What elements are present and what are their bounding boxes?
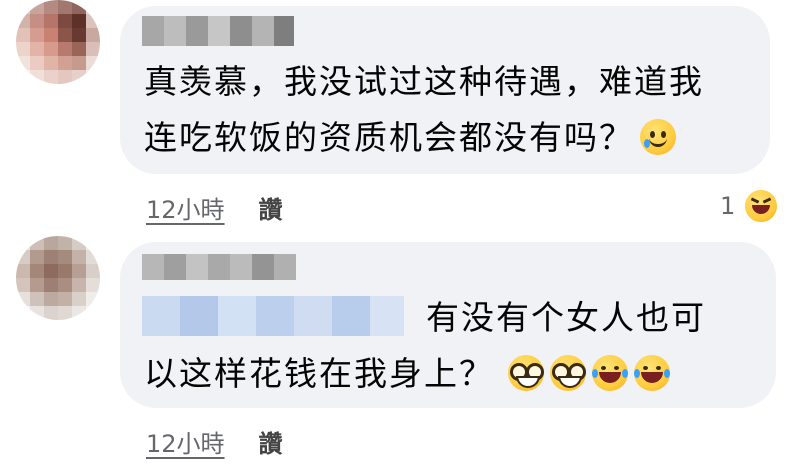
reaction-count: 1	[720, 192, 736, 220]
comment-item: 有没有个女人也可 以这样花钱在我身上？ 12小時 讚	[0, 236, 800, 469]
comment-line: 有没有个女人也可	[426, 298, 706, 337]
smiling-with-tear-icon	[640, 119, 676, 155]
tears-of-joy-icon	[634, 355, 670, 391]
avatar[interactable]	[16, 236, 100, 320]
tears-of-joy-icon	[592, 355, 628, 391]
comment-meta: 12小時 讚	[146, 190, 283, 225]
laughing-squint-icon	[743, 188, 780, 224]
comment-line-text: 以这样花钱在我身上？	[144, 354, 494, 393]
comment-line: 连吃软饭的资质机会都没有吗？	[144, 110, 704, 166]
timestamp-link[interactable]: 12小時	[146, 190, 225, 225]
comment-bubble: 真羡慕，我没试过这种待遇，难道我 连吃软饭的资质机会都没有吗？	[120, 6, 770, 174]
timestamp-link[interactable]: 12小時	[146, 424, 225, 459]
like-button[interactable]: 讚	[259, 424, 283, 459]
comment-text: 真羡慕，我没试过这种待遇，难道我 连吃软饭的资质机会都没有吗？	[144, 54, 704, 166]
comment-bubble: 有没有个女人也可 以这样花钱在我身上？	[120, 242, 776, 408]
comment-item: 真羡慕，我没试过这种待遇，难道我 连吃软饭的资质机会都没有吗？ 12小時 讚 1	[0, 0, 800, 230]
reaction-summary[interactable]: 1	[720, 188, 780, 224]
blurred-author-name[interactable]	[142, 16, 294, 46]
comment-line-text: 连吃软饭的资质机会都没有吗？	[144, 118, 634, 157]
nerd-face-icon	[508, 355, 544, 391]
comment-text: 有没有个女人也可 以这样花钱在我身上？	[144, 290, 744, 402]
comment-line: 真羡慕，我没试过这种待遇，难道我	[144, 62, 704, 101]
like-button[interactable]: 讚	[259, 190, 283, 225]
avatar[interactable]	[16, 0, 100, 84]
blurred-author-name[interactable]	[142, 254, 296, 280]
comment-meta: 12小時 讚	[146, 424, 283, 459]
comment-line: 以这样花钱在我身上？	[144, 346, 744, 402]
nerd-face-icon	[550, 355, 586, 391]
